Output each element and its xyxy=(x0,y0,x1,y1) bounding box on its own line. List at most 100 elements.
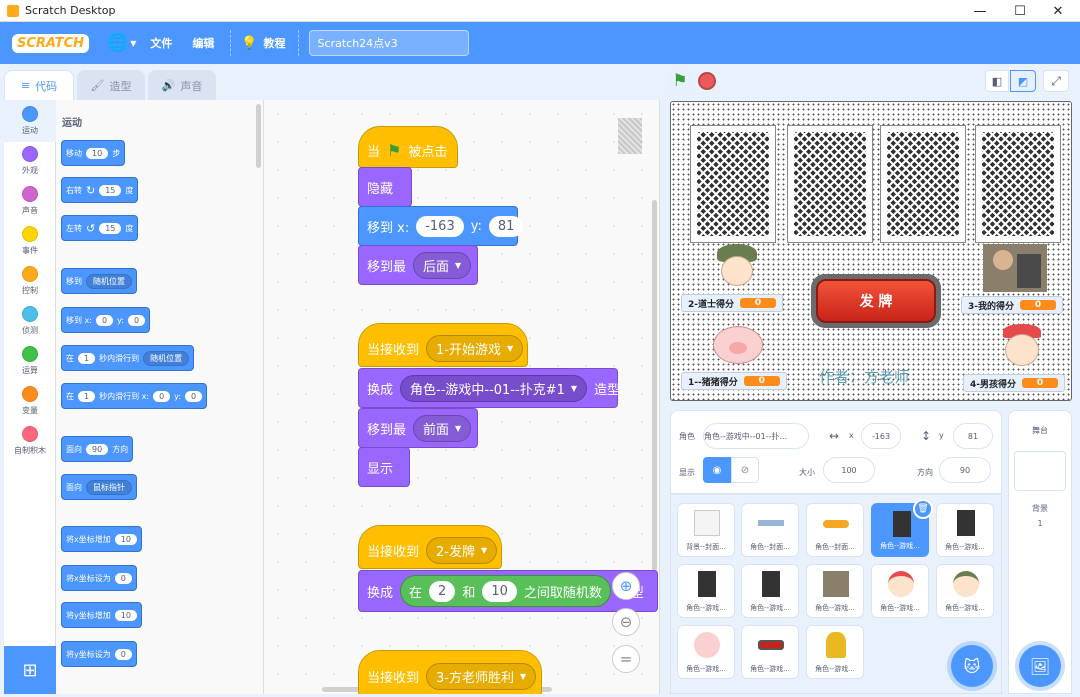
backdrop-thumbnail[interactable] xyxy=(1014,451,1066,491)
delete-sprite-button[interactable]: 🗑 xyxy=(913,499,933,519)
large-stage-button[interactable]: ◩ xyxy=(1010,70,1036,92)
show-sprite-button[interactable]: ◉ xyxy=(703,457,731,483)
category-variables[interactable]: 变量 xyxy=(4,386,56,416)
block-set-x[interactable]: 将x坐标设为 0 xyxy=(61,565,137,591)
tab-costumes[interactable]: 🖌 造型 xyxy=(77,70,145,100)
sprite-tile[interactable]: 角色--游戏... xyxy=(936,564,994,618)
project-title-input[interactable] xyxy=(308,30,469,56)
layer-dropdown[interactable]: 前面 ▼ xyxy=(413,414,472,442)
sprite-tile[interactable]: 角色--游戏... xyxy=(741,564,799,618)
block-go-to-layer[interactable]: 移到最 前面 ▼ xyxy=(358,408,478,448)
block-point-direction[interactable]: 面向 90 方向 xyxy=(61,436,134,462)
small-stage-button[interactable]: ◧ xyxy=(985,70,1009,92)
player-photo[interactable] xyxy=(983,244,1047,292)
card-back-3[interactable] xyxy=(881,126,965,242)
category-events[interactable]: 事件 xyxy=(4,226,56,256)
boy-character[interactable] xyxy=(997,324,1047,370)
zoom-reset-button[interactable]: = xyxy=(612,645,640,673)
hide-sprite-button[interactable]: ⊘ xyxy=(731,457,759,483)
language-menu[interactable]: 🌐 ▼ xyxy=(107,22,136,64)
pig-character[interactable] xyxy=(709,320,767,366)
category-control[interactable]: 控制 xyxy=(4,266,56,296)
category-looks[interactable]: 外观 xyxy=(4,146,56,176)
layer-dropdown[interactable]: 后面 ▼ xyxy=(413,251,472,279)
category-sound[interactable]: 声音 xyxy=(4,186,56,216)
sprite-tile[interactable]: 角色--游戏... xyxy=(677,564,735,618)
sprite-tile[interactable]: 角色--游戏... xyxy=(806,625,864,679)
add-extension-button[interactable]: ⊞ xyxy=(4,646,56,694)
sprite-tile[interactable]: 角色--游戏... xyxy=(741,625,799,679)
message-dropdown[interactable]: 2-发牌 ▼ xyxy=(426,536,498,564)
block-when-flag-clicked[interactable]: 当 ⚑ 被点击 xyxy=(358,126,458,168)
sprite-tile[interactable]: 角色--游戏... xyxy=(936,503,994,557)
tutorials-menu[interactable]: 💡 教程 xyxy=(241,22,285,64)
block-point-towards[interactable]: 面向 鼠标指针 xyxy=(61,474,137,500)
block-when-receive-start[interactable]: 当接收到 1-开始游戏 ▼ xyxy=(358,323,528,367)
block-move-steps[interactable]: 移动 10 步 xyxy=(61,140,126,166)
block-switch-costume[interactable]: 换成 角色--游戏中--01--扑克#1 ▼ 造型 xyxy=(358,368,620,408)
green-flag-button[interactable]: ⚑ xyxy=(668,69,692,93)
category-operators[interactable]: 运算 xyxy=(4,346,56,376)
block-set-y[interactable]: 将y坐标设为 0 xyxy=(61,641,137,667)
block-hide[interactable]: 隐藏 xyxy=(358,167,412,207)
stop-button[interactable] xyxy=(698,72,716,90)
stage-canvas[interactable]: 发 牌 作者：方老师 2-道士得分 0 3-我的得分 0 1--猪猪得分 0 4-男孩… xyxy=(670,101,1072,401)
sprite-tile[interactable]: 角色--封面... xyxy=(741,503,799,557)
category-motion[interactable]: 运动 xyxy=(4,100,56,142)
direction-input[interactable]: 90 xyxy=(939,457,991,483)
edit-menu[interactable]: 编辑 xyxy=(192,22,214,64)
block-show[interactable]: 显示 xyxy=(358,447,410,487)
fullscreen-button[interactable]: ⤢ xyxy=(1043,70,1069,92)
monitor-my-score[interactable]: 3-我的得分 0 xyxy=(961,296,1063,314)
block-glide-xy[interactable]: 在 1 秒内滑行到 x: 0 y: 0 xyxy=(61,383,208,409)
monitor-pig-score[interactable]: 1--猪猪得分 0 xyxy=(681,372,787,390)
category-sensing[interactable]: 侦测 xyxy=(4,306,56,336)
sprite-tile[interactable]: 角色--游戏... xyxy=(677,625,735,679)
minimize-icon[interactable]: — xyxy=(960,0,1000,22)
palette-scrollbar[interactable] xyxy=(256,104,261,168)
block-pick-random[interactable]: 在 2 和 10 之间取随机数 xyxy=(400,575,611,607)
close-icon[interactable]: ✕ xyxy=(1038,0,1078,22)
block-glide-to[interactable]: 在 1 秒内滑行到 随机位置 xyxy=(61,345,195,371)
message-dropdown[interactable]: 3-方老师胜利 ▼ xyxy=(426,662,537,690)
maximize-icon[interactable]: ☐ xyxy=(1000,0,1040,22)
sprite-tile[interactable]: 背景--封面... xyxy=(677,503,735,557)
code-workspace[interactable]: 当 ⚑ 被点击 隐藏 移到 x: -163 y: 81 移到最 后面 ▼ 当接收到… xyxy=(264,100,660,694)
block-turn-right[interactable]: 右转 ↻ 15 度 xyxy=(61,177,139,203)
block-goto-xy[interactable]: 移到 x: -163 y: 81 xyxy=(358,206,524,246)
block-when-receive-deal[interactable]: 当接收到 2-发牌 ▼ xyxy=(358,525,502,569)
tab-sounds[interactable]: 🔊 声音 xyxy=(148,70,216,100)
deal-button[interactable]: 发 牌 xyxy=(811,274,941,328)
zoom-out-button[interactable]: ⊖ xyxy=(612,608,640,636)
size-input[interactable]: 100 xyxy=(823,457,875,483)
category-my-blocks[interactable]: 自制积木 xyxy=(4,426,56,456)
zoom-in-button[interactable]: ⊕ xyxy=(612,572,640,600)
x-input[interactable]: -163 xyxy=(861,423,901,449)
sprite-tile-selected[interactable]: 角色--游戏... 🗑 xyxy=(871,499,933,557)
card-back-1[interactable] xyxy=(691,126,775,242)
sprite-tile[interactable]: 角色--游戏... xyxy=(806,564,864,618)
sprite-name-input[interactable] xyxy=(703,423,809,449)
y-input[interactable]: 81 xyxy=(953,423,993,449)
sprite-tile[interactable]: 角色--封面... xyxy=(806,503,864,557)
file-menu[interactable]: 文件 xyxy=(150,22,172,64)
monitor-boy-score[interactable]: 4-男孩得分 0 xyxy=(963,374,1065,392)
monitor-taoist-score[interactable]: 2-道士得分 0 xyxy=(681,294,783,312)
taoist-character[interactable] xyxy=(709,244,763,292)
block-when-receive-win[interactable]: 当接收到 3-方老师胜利 ▼ xyxy=(358,650,542,694)
add-sprite-button[interactable]: 🐱 xyxy=(951,645,993,687)
workspace-v-scrollbar[interactable] xyxy=(652,200,657,600)
block-goto-xy[interactable]: 移到 x: 0 y: 0 xyxy=(61,307,151,333)
block-goto[interactable]: 移到 随机位置 xyxy=(61,268,137,294)
costume-dropdown[interactable]: 角色--游戏中--01--扑克#1 ▼ xyxy=(400,374,588,402)
block-turn-left[interactable]: 左转 ↺ 15 度 xyxy=(61,215,139,241)
block-change-x[interactable]: 将x坐标增加 10 xyxy=(61,526,142,552)
stage-selector[interactable]: 舞台 背景 1 🖼 xyxy=(1008,410,1072,694)
add-backdrop-button[interactable]: 🖼 xyxy=(1019,645,1061,687)
sprite-tile[interactable]: 角色--游戏... xyxy=(871,564,929,618)
card-back-2[interactable] xyxy=(788,126,872,242)
message-dropdown[interactable]: 1-开始游戏 ▼ xyxy=(426,334,524,362)
tab-code[interactable]: ≡ 代码 xyxy=(4,70,74,100)
scratch-logo[interactable]: SCRATCH xyxy=(12,33,90,53)
block-go-to-layer[interactable]: 移到最 后面 ▼ xyxy=(358,245,478,285)
